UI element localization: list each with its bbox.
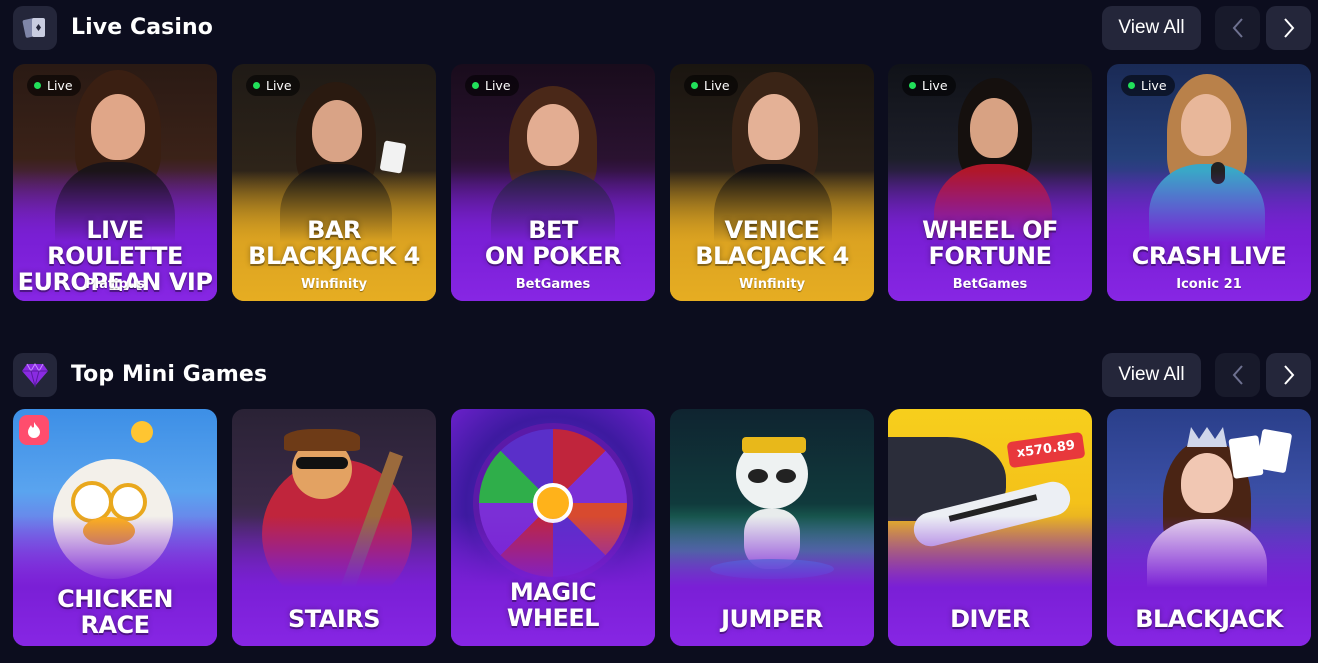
game-card-live-roulette[interactable]: Live LIVE ROULETTE EUROPEAN VIP Platipus: [13, 64, 217, 301]
live-badge: Live: [27, 75, 81, 96]
card-title: BET ON POKER: [484, 216, 622, 270]
chevron-right-icon: [1283, 18, 1294, 38]
game-card-venice-blackjack[interactable]: Live VENICE BLACJACK 4 Winfinity: [670, 64, 874, 301]
cap: [742, 437, 806, 453]
live-casino-header: Live Casino View All: [13, 6, 1311, 50]
game-card-bet-on-poker[interactable]: Live BET ON POKER BetGames: [451, 64, 655, 301]
game-card-wheel-of-fortune[interactable]: Live WHEEL OF FORTUNE BetGames: [888, 64, 1092, 301]
next-button[interactable]: [1266, 353, 1311, 397]
mini-games-header: Top Mini Games View All: [13, 353, 1311, 397]
card-title: VENICE BLACJACK 4: [695, 216, 849, 270]
live-badge: Live: [902, 75, 956, 96]
view-all-button[interactable]: View All: [1102, 353, 1201, 397]
prev-button[interactable]: [1215, 353, 1260, 397]
game-card-stairs[interactable]: STAIRS: [232, 409, 436, 646]
card-title: MAGIC WHEEL: [506, 578, 600, 632]
card-title: WHEEL OF FORTUNE: [922, 216, 1058, 270]
panda-eye: [776, 469, 796, 483]
chevron-right-icon: [1283, 365, 1294, 385]
card-provider: Winfinity: [300, 277, 368, 292]
card-title: CHICKEN RACE: [57, 585, 173, 639]
card-provider: BetGames: [515, 277, 591, 292]
live-dot-icon: [691, 82, 698, 89]
card-title: BAR BLACKJACK 4: [248, 216, 420, 270]
crown-icon: [1187, 427, 1227, 447]
hot-icon: [19, 415, 49, 445]
game-card-diver[interactable]: x570.89 DIVER: [888, 409, 1092, 646]
live-dot-icon: [34, 82, 41, 89]
card-provider: Winfinity: [738, 277, 806, 292]
card-title: BLACKJACK: [1135, 605, 1283, 633]
card-title: DIVER: [950, 605, 1030, 633]
next-button[interactable]: [1266, 6, 1311, 50]
live-dot-icon: [253, 82, 260, 89]
live-dot-icon: [909, 82, 916, 89]
game-card-crash-live[interactable]: Live CRASH LIVE Iconic 21: [1107, 64, 1311, 301]
card-provider: Platipus: [85, 277, 145, 292]
game-card-jumper[interactable]: JUMPER: [670, 409, 874, 646]
cards-icon: [13, 6, 57, 50]
game-card-bar-blackjack[interactable]: Live BAR BLACKJACK 4 Winfinity: [232, 64, 436, 301]
card-title: STAIRS: [287, 605, 381, 633]
section-title: Live Casino: [71, 15, 213, 40]
coin-icon: [131, 421, 153, 443]
diamond-icon: [13, 353, 57, 397]
card-title: CRASH LIVE: [1131, 242, 1287, 270]
view-all-button[interactable]: View All: [1102, 6, 1201, 50]
game-card-magic-wheel[interactable]: MAGIC WHEEL: [451, 409, 655, 646]
card-provider: BetGames: [952, 277, 1028, 292]
live-badge: Live: [684, 75, 738, 96]
live-casino-carousel: Live LIVE ROULETTE EUROPEAN VIP Platipus…: [13, 64, 1311, 301]
mini-games-carousel: CHICKEN RACE STAIRS MAGIC WHEEL JUMPER x…: [13, 409, 1311, 646]
prev-button[interactable]: [1215, 6, 1260, 50]
live-badge: Live: [465, 75, 519, 96]
game-card-chicken-race[interactable]: CHICKEN RACE: [13, 409, 217, 646]
sunglasses-icon: [296, 457, 348, 469]
live-badge: Live: [246, 75, 300, 96]
character-hair: [284, 429, 360, 451]
live-badge: Live: [1121, 75, 1175, 96]
section-title: Top Mini Games: [71, 362, 268, 387]
live-dot-icon: [472, 82, 479, 89]
chevron-left-icon: [1232, 18, 1243, 38]
chevron-left-icon: [1232, 365, 1243, 385]
card-title: JUMPER: [721, 605, 823, 633]
card-provider: Iconic 21: [1176, 277, 1242, 292]
live-dot-icon: [1128, 82, 1135, 89]
panda-eye: [748, 469, 768, 483]
game-card-blackjack[interactable]: BLACKJACK: [1107, 409, 1311, 646]
